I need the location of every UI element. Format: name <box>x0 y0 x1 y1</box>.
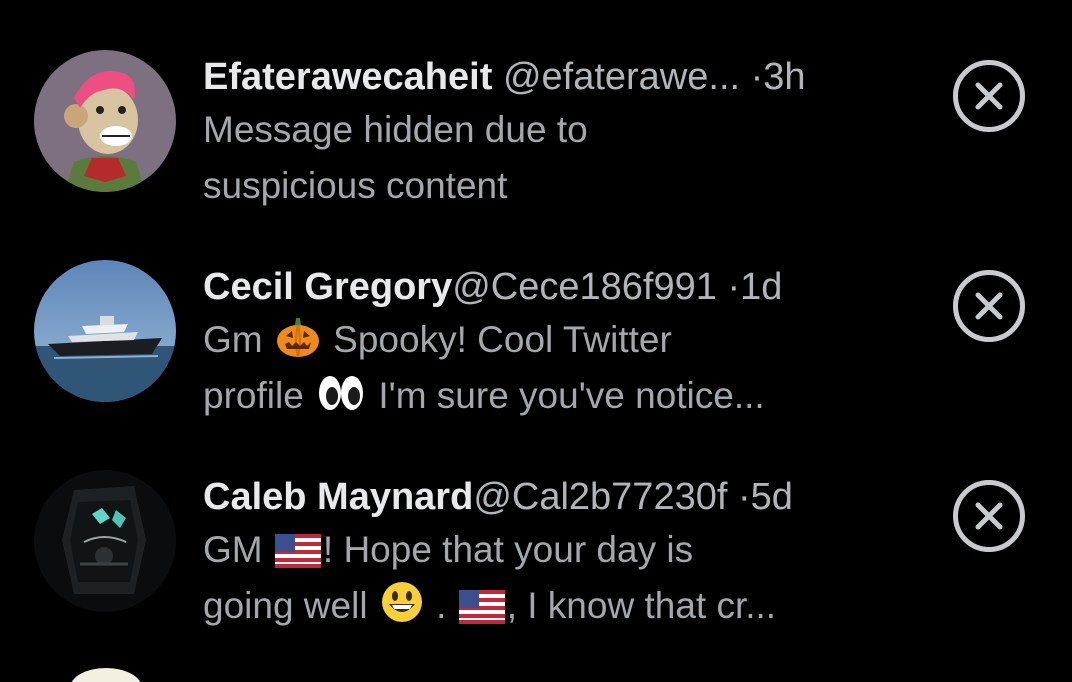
sender-name: Caleb Maynard <box>203 476 474 518</box>
close-icon <box>975 502 1003 530</box>
message-requests-list: Efaterawecaheit @efaterawe... ·3h Messag… <box>0 0 1072 682</box>
message-request-row[interactable]: Efaterawecaheit @efaterawe... ·3h Messag… <box>0 50 1072 250</box>
message-content: Efaterawecaheit @efaterawe... ·3h Messag… <box>203 52 903 214</box>
message-line: GM ! Hope that your day is <box>203 522 903 578</box>
sender-handle: @Cece186f991 <box>452 266 717 308</box>
pink-haired-ape-avatar-icon <box>34 50 176 192</box>
wristwatch-avatar-icon <box>34 470 176 612</box>
dismiss-button[interactable] <box>953 270 1025 342</box>
message-request-row[interactable]: Cecil Gregory@Cece186f991 ·1d Gm Spooky!… <box>0 260 1072 460</box>
close-icon <box>975 292 1003 320</box>
avatar[interactable] <box>34 260 176 402</box>
message-content: Caleb Maynard@Cal2b77230f ·5d GM ! Hope … <box>203 472 903 634</box>
message-text: profile <box>203 375 304 416</box>
message-text: . <box>436 585 447 626</box>
yacht-avatar-icon <box>34 260 176 402</box>
message-text: ! Hope that your day is <box>322 529 694 570</box>
message-line: suspicious content <box>203 165 508 206</box>
message-header: Efaterawecaheit @efaterawe... ·3h <box>203 52 903 102</box>
message-content: Cecil Gregory@Cece186f991 ·1d Gm Spooky!… <box>203 262 903 424</box>
us-flag-icon <box>274 534 321 568</box>
grinning-face-icon <box>381 582 422 622</box>
partial-avatar[interactable] <box>70 668 142 682</box>
avatar[interactable] <box>34 50 176 192</box>
sender-name: Efaterawecaheit <box>203 56 493 98</box>
sender-handle: @Cal2b77230f <box>473 476 728 518</box>
message-preview: GM ! Hope that your day is going well . … <box>203 522 903 634</box>
timestamp: 5d <box>750 476 793 518</box>
avatar[interactable] <box>34 470 176 612</box>
message-request-row[interactable]: Caleb Maynard@Cal2b77230f ·5d GM ! Hope … <box>0 470 1072 670</box>
message-text: GM <box>203 529 263 570</box>
message-text: Gm <box>203 319 263 360</box>
dismiss-button[interactable] <box>953 60 1025 132</box>
message-line: Message hidden due to <box>203 109 588 150</box>
message-line: Gm Spooky! Cool Twitter <box>203 312 903 368</box>
message-header: Cecil Gregory@Cece186f991 ·1d <box>203 262 903 312</box>
separator-dot: · <box>750 56 764 98</box>
sender-name: Cecil Gregory <box>203 266 453 308</box>
sender-handle: @efaterawe... <box>502 56 741 98</box>
separator-dot: · <box>737 476 751 518</box>
separator-dot: · <box>727 266 741 308</box>
eyes-icon <box>319 376 364 410</box>
message-line: going well . , I know that cr... <box>203 578 903 634</box>
message-preview: Gm Spooky! Cool Twitter profile I'm sure… <box>203 312 903 424</box>
message-text: Spooky! Cool Twitter <box>333 319 672 360</box>
message-text: I'm sure you've notice... <box>378 375 765 416</box>
timestamp: 1d <box>740 266 783 308</box>
us-flag-icon <box>458 590 505 624</box>
message-header: Caleb Maynard@Cal2b77230f ·5d <box>203 472 903 522</box>
message-line: profile I'm sure you've notice... <box>203 368 903 424</box>
jack-o-lantern-icon <box>276 318 319 358</box>
message-text: going well <box>203 585 368 626</box>
message-text: , I know that cr... <box>506 585 777 626</box>
close-icon <box>975 82 1003 110</box>
dismiss-button[interactable] <box>953 480 1025 552</box>
message-preview: Message hidden due to suspicious content <box>203 102 903 214</box>
timestamp: 3h <box>763 56 806 98</box>
